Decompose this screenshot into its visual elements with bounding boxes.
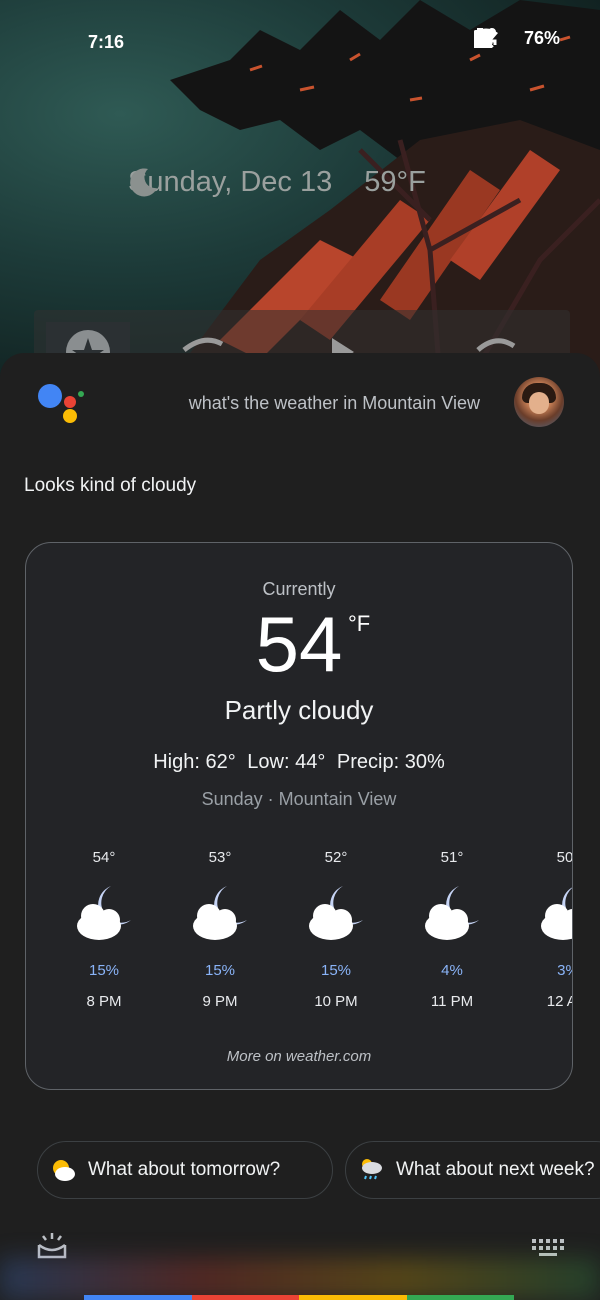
hour-time: 11 PM — [430, 993, 474, 1010]
hourly-item: 53° 15% 9 PM — [162, 849, 278, 1010]
weather-card[interactable]: Currently 54 °F Partly cloudy High: 62° … — [25, 542, 573, 1090]
hour-time: 9 PM — [202, 993, 238, 1010]
hour-time: 8 PM — [86, 993, 122, 1010]
google-color-bar — [84, 1295, 514, 1300]
listening-glow — [0, 1258, 600, 1300]
lock-temperature: 59°F — [364, 166, 426, 198]
wallpaper: 7:16 76% Sunday, Dec 13 59°F — [0, 0, 600, 380]
hour-precipitation: 15% — [320, 962, 352, 979]
hour-temperature: 54° — [92, 849, 116, 866]
suggestion-label: What about next week? — [396, 1159, 595, 1180]
status-bar: 7:16 76% — [0, 0, 600, 86]
suggestion-chip-tomorrow[interactable]: What about tomorrow? — [37, 1141, 333, 1199]
hour-time: 12 AM — [546, 993, 572, 1010]
hour-temperature: 53° — [208, 849, 232, 866]
rain-cloud-icon — [358, 1157, 384, 1183]
weather-condition: Partly cloudy — [224, 695, 374, 725]
google-assistant-logo-icon[interactable] — [38, 383, 86, 425]
high-temperature: High: 62° — [153, 751, 236, 773]
hour-precipitation: 15% — [88, 962, 120, 979]
suggestion-label: What about tomorrow? — [88, 1159, 281, 1180]
weather-stats: High: 62° Low: 44° Precip: 30% — [26, 751, 572, 774]
hour-precipitation: 3% — [557, 962, 572, 979]
assistant-sheet: what's the weather in Mountain View Look… — [0, 353, 600, 1300]
hourly-item: 51° 4% 11 PM — [394, 849, 510, 1010]
partly-cloudy-night-icon — [533, 880, 572, 950]
battery-percentage: 76% — [523, 28, 560, 48]
low-temperature: Low: 44° — [247, 751, 326, 773]
current-temperature: 54 — [255, 600, 343, 688]
more-on-weather-link[interactable]: More on weather.com — [26, 1048, 572, 1065]
partly-sunny-icon — [50, 1157, 76, 1183]
partly-cloudy-night-icon — [185, 880, 255, 950]
hourly-item: 52° 15% 10 PM — [278, 849, 394, 1010]
assistant-response: Looks kind of cloudy — [24, 475, 197, 496]
partly-cloudy-night-icon — [69, 880, 139, 950]
partly-cloudy-night-icon — [417, 880, 487, 950]
hour-precipitation: 15% — [204, 962, 236, 979]
temperature-unit[interactable]: °F — [348, 611, 370, 637]
hour-precipitation: 4% — [441, 962, 463, 979]
partly-cloudy-night-icon — [301, 880, 371, 950]
status-time: 7:16 — [88, 32, 125, 52]
suggestion-chip-next-week[interactable]: What about next week? — [345, 1141, 600, 1199]
hour-temperature: 52° — [324, 849, 348, 866]
weather-location: Sunday · Mountain View — [201, 789, 397, 809]
user-query[interactable]: what's the weather in Mountain View — [100, 393, 480, 414]
hour-temperature: 50° — [556, 849, 573, 866]
hour-time: 10 PM — [314, 993, 358, 1010]
user-avatar[interactable] — [514, 377, 564, 427]
hourly-forecast[interactable]: 54° 15% 8 PM 53° 15% 9 PM 52° 15% 10 PM … — [46, 849, 573, 1029]
precipitation: Precip: 30% — [336, 751, 445, 773]
hourly-item: 54° 15% 8 PM — [46, 849, 162, 1010]
lock-screen-date: Sunday, Dec 13 59°F — [128, 166, 426, 199]
hourly-item: 50° 3% 12 AM — [510, 849, 573, 1010]
hour-temperature: 51° — [440, 849, 464, 866]
current-label: Currently — [262, 579, 336, 599]
